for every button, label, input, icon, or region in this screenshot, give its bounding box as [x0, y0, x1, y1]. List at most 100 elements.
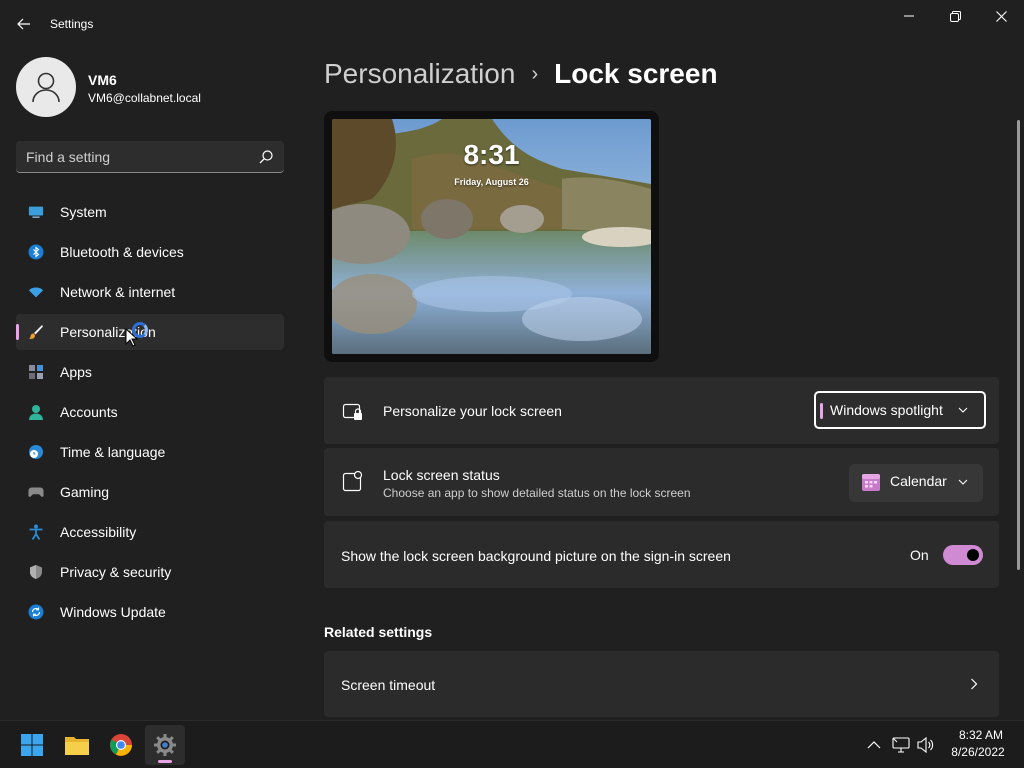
lock-screen-status-dropdown[interactable]: Calendar [849, 464, 983, 502]
file-explorer-button[interactable] [57, 725, 97, 765]
breadcrumb-separator: › [531, 62, 539, 85]
content-scrollbar[interactable] [1017, 120, 1020, 570]
wifi-icon [28, 284, 44, 300]
dropdown-focus-indicator [820, 403, 823, 419]
search-box[interactable] [16, 141, 284, 173]
sidebar-item-label: Time & language [60, 444, 166, 460]
shield-icon [28, 564, 44, 580]
sidebar-item-label: Accessibility [60, 524, 137, 540]
screen-timeout-link[interactable]: Screen timeout [324, 651, 999, 717]
sidebar-item-accessibility[interactable]: Accessibility [16, 514, 284, 550]
network-tray-button[interactable] [891, 735, 911, 755]
bluetooth-icon [28, 244, 44, 260]
taskbar-clock-time[interactable]: 8:32 AM [950, 728, 1012, 742]
sidebar-item-gaming[interactable]: Gaming [16, 474, 284, 510]
toggle-knob [967, 549, 979, 561]
status-app-icon [342, 471, 363, 492]
sidebar-nav: System Bluetooth & devices Network & int… [16, 194, 284, 634]
user-icon [32, 72, 60, 103]
sidebar-item-label: Privacy & security [60, 564, 172, 580]
minimize-button[interactable] [886, 0, 932, 32]
update-icon [28, 604, 44, 620]
preview-date: Friday, August 26 [454, 177, 529, 187]
back-button[interactable] [10, 10, 38, 38]
chevron-down-icon [958, 479, 968, 485]
personalize-lock-screen-card: Personalize your lock screen Windows spo… [324, 377, 999, 444]
search-input[interactable] [26, 141, 246, 172]
sidebar-item-label: Gaming [60, 484, 110, 500]
lock-screen-status-subtitle: Choose an app to show detailed status on… [383, 486, 691, 500]
network-icon [892, 737, 910, 753]
chevron-up-icon [867, 741, 881, 749]
sidebar-item-bluetooth[interactable]: Bluetooth & devices [16, 234, 284, 270]
signin-background-toggle[interactable] [943, 545, 983, 565]
page-title: Lock screen [554, 58, 718, 89]
personalize-lock-screen-title: Personalize your lock screen [383, 403, 562, 419]
volume-tray-button[interactable] [916, 735, 936, 755]
sidebar-item-time-language[interactable]: Time & language [16, 434, 284, 470]
chrome-icon [110, 734, 132, 756]
chevron-down-icon [958, 407, 968, 413]
taskbar-clock-date[interactable]: 8/26/2022 [944, 745, 1012, 759]
close-button[interactable] [978, 0, 1024, 32]
chevron-right-icon [971, 678, 978, 690]
sidebar-item-label: System [60, 204, 107, 220]
sidebar-item-label: Bluetooth & devices [60, 244, 184, 260]
search-icon[interactable] [258, 149, 274, 165]
preview-time: 8:31 [463, 139, 520, 170]
sidebar-item-accounts[interactable]: Accounts [16, 394, 284, 430]
close-icon [995, 10, 1007, 22]
gear-icon [154, 734, 176, 756]
back-arrow-icon [17, 18, 30, 30]
lock-screen-preview-image: 8:31 Friday, August 26 [332, 119, 651, 354]
dropdown-value: Calendar [890, 473, 947, 489]
start-button[interactable] [12, 725, 52, 765]
clock-globe-icon [28, 444, 44, 460]
restore-button[interactable] [932, 0, 978, 32]
windows-logo-icon [21, 734, 43, 756]
sidebar-item-network[interactable]: Network & internet [16, 274, 284, 310]
speaker-icon [917, 737, 934, 753]
dropdown-value: Windows spotlight [830, 402, 943, 418]
apps-icon [28, 364, 44, 380]
sidebar-item-privacy[interactable]: Privacy & security [16, 554, 284, 590]
user-email: VM6@collabnet.local [88, 91, 201, 105]
signin-background-card: Show the lock screen background picture … [324, 521, 999, 588]
breadcrumb-parent[interactable]: Personalization [324, 58, 515, 90]
settings-taskbar-button[interactable] [145, 725, 185, 765]
user-name: VM6 [88, 72, 117, 88]
lock-screen-icon [342, 403, 362, 420]
sidebar-item-system[interactable]: System [16, 194, 284, 230]
calendar-icon [862, 474, 880, 491]
sidebar-item-label: Network & internet [60, 284, 176, 300]
avatar[interactable] [16, 57, 76, 117]
lock-screen-status-title: Lock screen status [383, 467, 500, 483]
chrome-button[interactable] [101, 725, 141, 765]
brush-icon [28, 324, 44, 340]
sidebar-item-personalization[interactable]: Personalization [16, 314, 284, 350]
screen-timeout-label: Screen timeout [341, 677, 436, 693]
sidebar-item-windows-update[interactable]: Windows Update [16, 594, 284, 630]
restore-icon [949, 10, 961, 22]
toggle-state-label: On [910, 547, 929, 563]
sidebar-item-label: Apps [60, 364, 92, 380]
lock-screen-background-dropdown[interactable]: Windows spotlight [814, 391, 986, 429]
title-bar: Settings [0, 0, 1024, 48]
minimize-icon [904, 15, 914, 17]
lock-screen-status-card: Lock screen status Choose an app to show… [324, 448, 999, 516]
sidebar-item-apps[interactable]: Apps [16, 354, 284, 390]
folder-icon [65, 737, 89, 755]
signin-background-title: Show the lock screen background picture … [341, 548, 731, 564]
gamepad-icon [28, 484, 44, 500]
taskbar [0, 720, 1024, 768]
accessibility-icon [28, 524, 44, 540]
show-hidden-icons-button[interactable] [864, 735, 884, 755]
sidebar-item-label: Windows Update [60, 604, 166, 620]
system-icon [28, 204, 44, 220]
accounts-icon [28, 404, 44, 420]
lock-screen-preview: 8:31 Friday, August 26 [324, 111, 659, 362]
breadcrumb: Personalization › Lock screen [324, 58, 718, 90]
active-app-indicator [158, 760, 172, 763]
mouse-cursor-icon [125, 328, 139, 347]
app-title: Settings [50, 17, 94, 31]
